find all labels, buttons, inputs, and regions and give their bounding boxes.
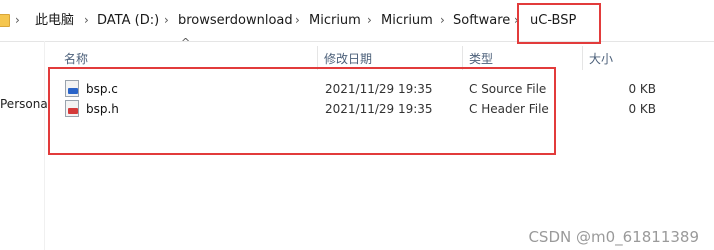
column-header-type[interactable]: 类型 — [469, 50, 493, 67]
column-divider[interactable] — [582, 46, 583, 70]
chevron-right-icon: › — [164, 13, 169, 27]
sort-ascending-icon: ^ — [181, 36, 191, 49]
breadcrumb-software[interactable]: Software — [453, 13, 510, 29]
file-type: C Header File — [469, 102, 549, 116]
breadcrumb-data-drive[interactable]: DATA (D:) — [97, 13, 159, 29]
column-divider[interactable] — [317, 46, 318, 70]
file-row[interactable]: bsp.c 2021/11/29 19:35 C Source File 0 K… — [60, 79, 660, 99]
column-header-size[interactable]: 大小 — [589, 50, 613, 67]
chevron-right-icon: › — [440, 13, 445, 27]
column-divider[interactable] — [462, 46, 463, 70]
file-name: bsp.h — [86, 102, 119, 116]
chevron-right-icon: › — [367, 13, 372, 27]
nav-item-personal[interactable]: Persona — [0, 97, 48, 111]
breadcrumb-micrium-sub[interactable]: Micrium — [381, 13, 433, 29]
file-name: bsp.c — [86, 82, 118, 96]
breadcrumb-this-pc[interactable]: 此电脑 — [35, 13, 74, 29]
chevron-right-icon: › — [15, 13, 20, 27]
column-header-name[interactable]: 名称 — [64, 50, 88, 67]
chevron-right-icon: › — [84, 13, 89, 27]
breadcrumb-browserdownload[interactable]: browserdownload — [178, 13, 293, 29]
address-bar[interactable]: › 此电脑 › DATA (D:) › browserdownload › Mi… — [0, 0, 714, 42]
c-source-file-icon — [65, 80, 79, 97]
file-type: C Source File — [469, 82, 547, 96]
chevron-right-icon: › — [295, 13, 300, 27]
breadcrumb-micrium[interactable]: Micrium — [309, 13, 361, 29]
chevron-right-icon: › — [514, 13, 519, 27]
file-modified: 2021/11/29 19:35 — [325, 102, 433, 116]
file-size: 0 KB — [628, 102, 656, 116]
c-header-file-icon — [65, 100, 79, 117]
watermark: CSDN @m0_61811389 — [528, 228, 699, 246]
nav-pane-divider — [44, 41, 45, 250]
file-row[interactable]: bsp.h 2021/11/29 19:35 C Header File 0 K… — [60, 99, 660, 119]
file-size: 0 KB — [628, 82, 656, 96]
folder-icon — [0, 14, 10, 27]
column-header-modified[interactable]: 修改日期 — [324, 50, 372, 67]
file-modified: 2021/11/29 19:35 — [325, 82, 433, 96]
breadcrumb-uc-bsp[interactable]: uC-BSP — [530, 13, 576, 29]
